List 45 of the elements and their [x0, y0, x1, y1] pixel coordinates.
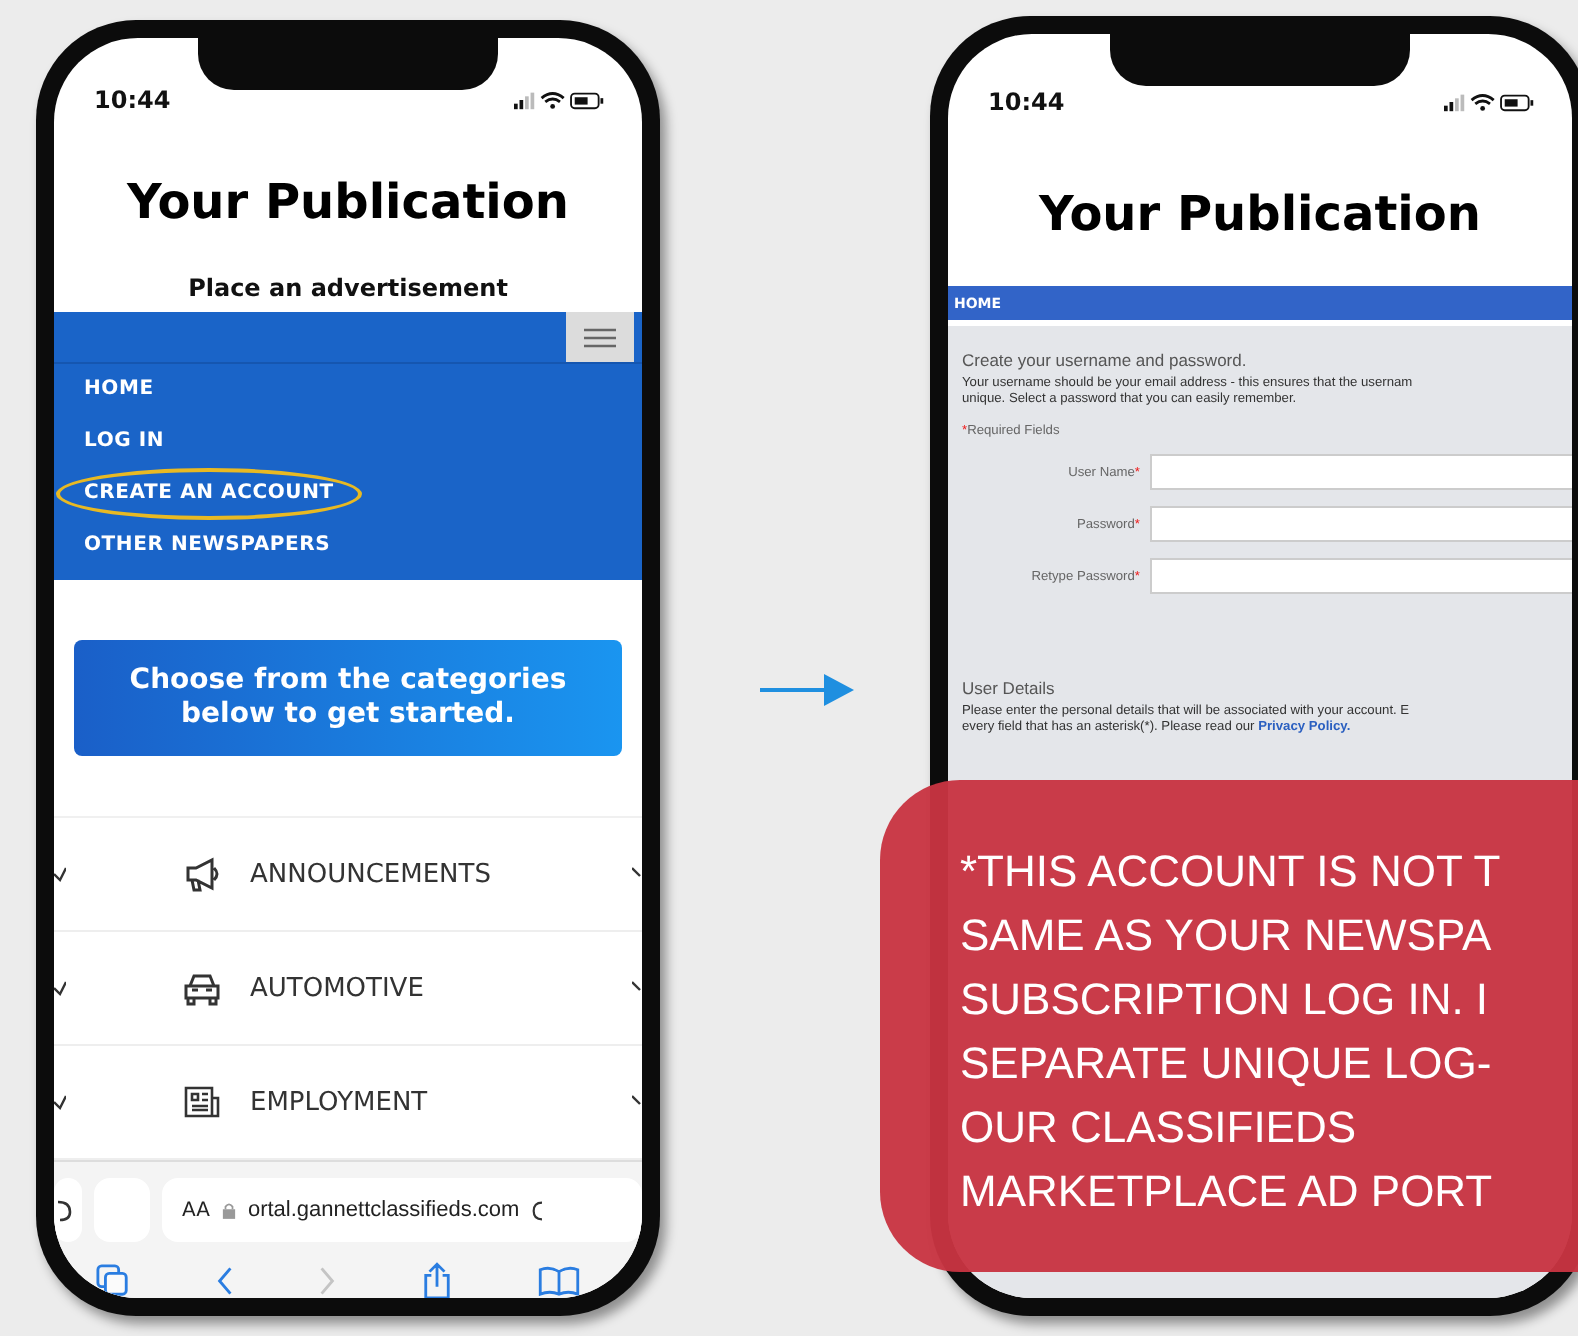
page-subtitle: Place an advertisement: [186, 274, 510, 302]
form-heading: Create your username and password.: [962, 350, 1249, 370]
forward-icon: [318, 1266, 337, 1296]
menu-icon: [584, 327, 616, 347]
nav-link[interactable]: OTHER NEWSPAPERS: [56, 520, 359, 572]
category-link[interactable]: ANNOUNCEMENTS: [250, 859, 491, 889]
input-field[interactable]: [1150, 454, 1572, 490]
publication-title: Your Publication: [124, 174, 571, 230]
nav-link[interactable]: CREATE AN ACCOUNT: [56, 468, 362, 520]
text-size-button[interactable]: AA: [182, 1199, 210, 1221]
chevron-icon: [54, 866, 66, 882]
info-banner: Choose from the categories below to get started.: [74, 640, 622, 756]
section-heading: User Details: [962, 678, 1057, 698]
right-arrow-icon: [760, 670, 856, 710]
nav-link[interactable]: LOG IN: [56, 416, 193, 468]
status-time: 10:44: [988, 88, 1065, 116]
share-icon: [422, 1262, 453, 1298]
url-text: ortal.gannettclassifieds.com: [247, 1198, 520, 1222]
reload-button[interactable]: [54, 1178, 82, 1242]
bookmarks-button[interactable]: [533, 1262, 584, 1298]
chevron-icon: [632, 980, 642, 996]
chevron-icon: [632, 866, 642, 882]
back-icon: [215, 1266, 234, 1296]
nav-link[interactable]: HOME: [56, 364, 182, 416]
input-field[interactable]: [1150, 506, 1572, 542]
menu-button[interactable]: [566, 312, 634, 362]
reload-icon: [531, 1199, 542, 1221]
address-field[interactable]: AA ortal.gannettclassifieds.com: [162, 1178, 642, 1242]
car-icon: [182, 970, 222, 1006]
category-link[interactable]: EMPLOYMENT: [250, 1087, 428, 1117]
book-icon: [537, 1266, 580, 1296]
publication-title: Your Publication: [1036, 186, 1483, 242]
chevron-icon: [54, 980, 66, 996]
reload-icon: [58, 1196, 74, 1224]
status-icons: [514, 88, 606, 112]
newspaper-icon: [182, 1084, 222, 1120]
input-field[interactable]: [1150, 558, 1572, 594]
status-time: 10:44: [94, 86, 171, 114]
status-icons: [1444, 90, 1536, 114]
lock-icon: [221, 1201, 236, 1219]
category-link[interactable]: AUTOMOTIVE: [250, 973, 424, 1003]
megaphone-icon: [182, 856, 222, 892]
chevron-icon: [54, 1094, 66, 1110]
chevron-icon: [632, 1094, 642, 1110]
warning-text: *THIS ACCOUNT IS NOT T SAME AS YOUR NEWSPA SUBSCRIPTION LOG IN. I SEPARATE UNIQUE LOG- OUR CLASSIFIEDS MARKETPLACE AD PORT: [960, 844, 1503, 1220]
